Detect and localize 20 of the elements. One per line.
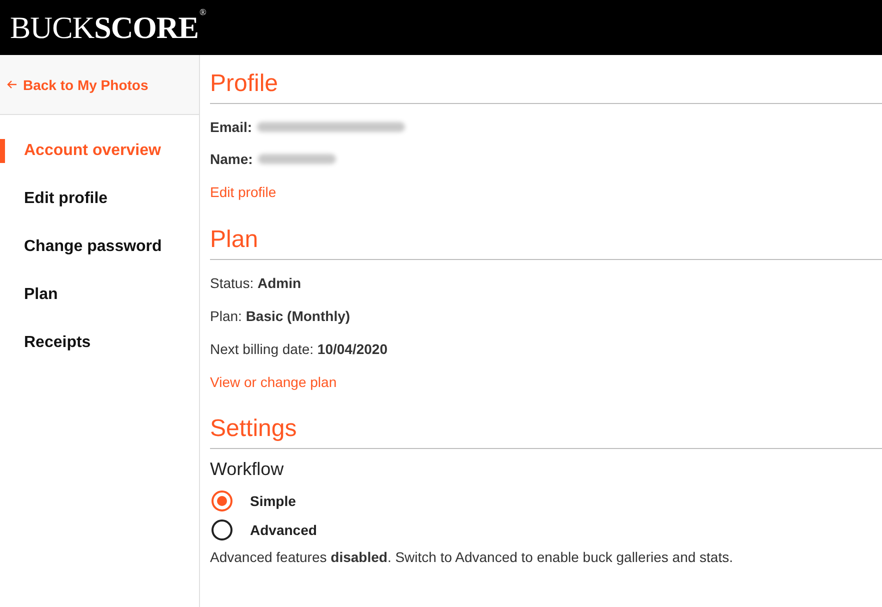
radio-option[interactable]: Advanced <box>210 518 317 542</box>
radio-icon[interactable] <box>211 490 233 512</box>
radio-icon[interactable] <box>211 519 233 541</box>
plan-detail-text: Plan: Basic (Monthly) <box>210 307 350 326</box>
field-label: Name: <box>210 150 253 169</box>
section-heading: Settings <box>210 415 297 443</box>
back-arrow-icon <box>7 80 17 89</box>
sidebar-nav-item[interactable]: Receipts <box>0 331 91 355</box>
workflow-note: Advanced features disabled. Switch to Advanced to enable buck galleries and stats. <box>210 548 733 567</box>
brand-logo[interactable]: BUCKSCORE$^{®}$ <box>10 4 206 50</box>
plan-detail-text: Next billing date: 10/04/2020 <box>210 340 388 359</box>
subsection-heading: Workflow <box>210 458 284 481</box>
plan-detail-text: Status: Admin <box>210 274 302 293</box>
section-heading: Plan <box>210 226 258 254</box>
sidebar-nav-item[interactable]: Edit profile <box>0 187 108 211</box>
sidebar-nav-item[interactable]: Plan <box>0 283 58 307</box>
section-heading: Profile <box>210 70 278 98</box>
sidebar-nav-item[interactable]: Change password <box>0 235 162 259</box>
radio-option[interactable]: Simple <box>210 489 296 513</box>
field-label: Email: <box>210 118 252 137</box>
